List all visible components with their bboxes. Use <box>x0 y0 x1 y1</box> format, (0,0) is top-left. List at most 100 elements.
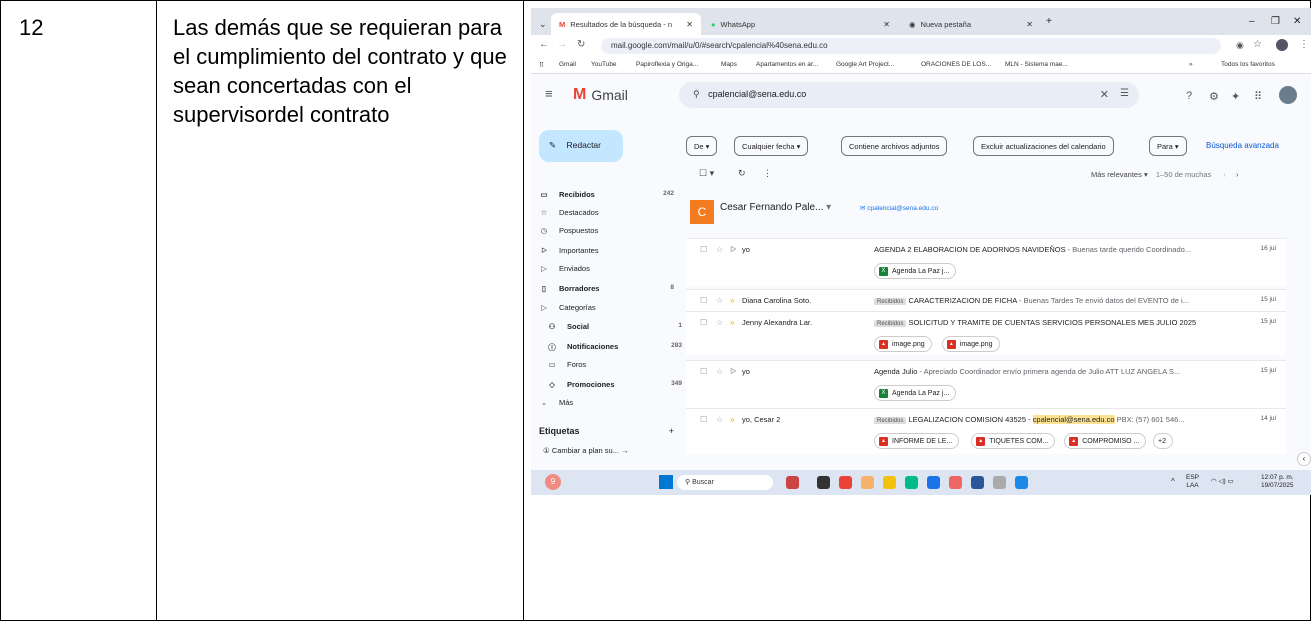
minimize-icon[interactable]: – <box>1249 16 1255 27</box>
email-checkbox[interactable]: ☐ <box>700 415 707 424</box>
all-bookmarks[interactable]: Todos los favoritos <box>1221 61 1275 68</box>
wifi-volume-battery-icon[interactable]: ◠ ◁) ▭ <box>1211 477 1234 485</box>
upgrade-plan-link[interactable]: ① Cambiar a plan su... → <box>543 446 629 455</box>
filter-attachments[interactable]: Contiene archivos adjuntos <box>841 136 948 156</box>
add-label-button[interactable]: + <box>669 426 674 436</box>
email-row[interactable]: ☐ ☆ » Jenny Alexandra Lar. Recibidos SOLICIT… <box>686 311 1286 355</box>
sidebar-item-destacados[interactable]: ☆ Destacados <box>539 208 674 217</box>
menu-icon[interactable]: ⋮ <box>1299 39 1309 50</box>
file-explorer-icon[interactable] <box>883 476 896 489</box>
gmail-logo[interactable]: M Gmail <box>573 86 628 104</box>
sidebar-item-foros[interactable]: ▭ Foros <box>547 360 682 369</box>
maximize-icon[interactable]: ❐ <box>1271 16 1280 27</box>
url-field[interactable]: mail.google.com/mail/u/0/#search/cpalenc… <box>601 38 1221 54</box>
bookmark-google-art[interactable]: Google Art Project... <box>836 61 894 68</box>
weather-widget-icon[interactable]: 9 <box>545 474 561 490</box>
attachment-chip[interactable]: ▲ image.png <box>874 336 932 352</box>
settings-icon[interactable]: ⚙ <box>1209 90 1219 103</box>
bookmarks-more[interactable]: » <box>1189 61 1193 68</box>
taskbar-app-icon[interactable] <box>817 476 830 489</box>
star-icon[interactable]: ☆ <box>716 367 723 376</box>
attachment-chip[interactable]: ▲ COMPROMISO ... <box>1064 433 1147 449</box>
tab-new[interactable]: ◉ Nueva pestaña ✕ <box>901 13 1041 35</box>
side-panel-toggle-icon[interactable]: ‹ <box>1297 452 1311 466</box>
sidebar-item-enviados[interactable]: ▷ Enviados <box>539 264 674 273</box>
importance-marker-icon[interactable]: » <box>730 296 734 305</box>
star-icon[interactable]: ☆ <box>1253 39 1262 50</box>
apps-icon[interactable]: ⠿ <box>539 61 544 69</box>
star-icon[interactable]: ☆ <box>716 318 723 327</box>
select-all-checkbox[interactable]: ☐ ▾ <box>699 168 714 179</box>
attachment-chip[interactable]: +2 <box>1153 433 1173 449</box>
tray-chevron-icon[interactable]: ^ <box>1171 477 1175 486</box>
taskbar-search[interactable]: ⚲ Buscar <box>677 475 773 490</box>
sidebar-item-recibidos[interactable]: ▭ Recibidos 242 <box>539 190 674 199</box>
email-row[interactable]: ☐ ☆ » yo, Cesar 2 Recibidos LEGALIZACION COM… <box>686 408 1286 454</box>
bookmark-apartamentos[interactable]: Apartamentos en ar... <box>756 61 818 68</box>
search-input[interactable]: ⚲ cpalencial@sena.edu.co ✕ ☰ <box>679 82 1139 108</box>
contact-email[interactable]: ✉ cpalencial@sena.edu.co <box>860 204 938 212</box>
search-options-icon[interactable]: ☰ <box>1120 88 1129 99</box>
firefox-icon[interactable] <box>949 476 962 489</box>
email-checkbox[interactable]: ☐ <box>700 245 707 254</box>
sidebar-item-borradores[interactable]: ▯ Borradores 8 <box>539 284 674 293</box>
attachment-chip[interactable]: X Agenda La Paz j... <box>874 263 957 279</box>
clock[interactable]: 12:07 p. m. 19/07/2025 <box>1261 474 1294 490</box>
email-checkbox[interactable]: ☐ <box>700 296 707 305</box>
clear-search-icon[interactable]: ✕ <box>1100 88 1109 101</box>
sidebar-item-categorias[interactable]: ▷ Categorías <box>539 303 674 312</box>
sidebar-item-pospuestos[interactable]: ◷ Pospuestos <box>539 226 674 235</box>
bookmark-papiroflexia[interactable]: Papiroflexia y Origa... <box>636 61 698 68</box>
email-row[interactable]: ☐ ☆ » Diana Carolina Soto. Recibidos CARACTE… <box>686 289 1286 311</box>
taskbar-app-icon[interactable] <box>993 476 1006 489</box>
filter-date[interactable]: Cualquier fecha ▾ <box>734 136 809 156</box>
email-checkbox[interactable]: ☐ <box>700 318 707 327</box>
filter-to[interactable]: Para ▾ <box>1149 136 1187 156</box>
next-page-icon[interactable]: › <box>1236 170 1239 179</box>
avatar[interactable] <box>1279 86 1297 104</box>
bookmark-oraciones[interactable]: ORACIONES DE LOS... <box>921 61 991 68</box>
sidebar-item-social[interactable]: ⚇ Social 1 <box>547 322 682 331</box>
help-icon[interactable]: ? <box>1186 90 1192 102</box>
bookmark-maps[interactable]: Maps <box>721 61 737 68</box>
translate-icon[interactable]: ◉ <box>1236 40 1244 51</box>
importance-marker-icon[interactable]: » <box>730 415 734 424</box>
sidebar-item-promociones[interactable]: ◇ Promociones 349 <box>547 380 682 389</box>
star-icon[interactable]: ☆ <box>716 296 723 305</box>
filter-from[interactable]: De ▾ <box>686 136 718 156</box>
close-tab-icon[interactable]: ✕ <box>1026 20 1033 29</box>
importance-marker-icon[interactable]: ᐅ <box>730 367 736 376</box>
sort-dropdown[interactable]: Más relevantes ▾ <box>1091 170 1148 179</box>
tab-gmail-search[interactable]: M Resultados de la búsqueda - n ✕ <box>551 13 701 35</box>
bookmark-mln[interactable]: MLN - Sistema mae... <box>1005 61 1068 68</box>
chrome-taskbar-icon[interactable] <box>839 476 852 489</box>
importance-marker-icon[interactable]: » <box>730 318 734 327</box>
windows-start-icon[interactable] <box>659 475 673 489</box>
close-tab-icon[interactable]: ✕ <box>883 20 890 29</box>
email-row[interactable]: ☐ ☆ ᐅ yo AGENDA 2 ELABORACION DE ADORNOS NAV… <box>686 238 1286 286</box>
attachment-chip[interactable]: ▲ image.png <box>941 336 1000 352</box>
star-icon[interactable]: ☆ <box>716 415 723 424</box>
close-window-icon[interactable]: ✕ <box>1293 16 1301 27</box>
taskbar-app-icon[interactable] <box>861 476 874 489</box>
email-checkbox[interactable]: ☐ <box>700 367 707 376</box>
profile-icon[interactable] <box>1276 39 1288 51</box>
importance-marker-icon[interactable]: ᐅ <box>730 245 736 254</box>
language-indicator[interactable]: ESP LAA <box>1186 474 1199 490</box>
attachment-chip[interactable]: ▲ INFORME DE LE... <box>874 433 960 449</box>
apps-grid-icon[interactable]: ⠿ <box>1254 90 1262 103</box>
forward-icon[interactable]: → <box>557 39 567 50</box>
prev-page-icon[interactable]: ‹ <box>1223 170 1226 179</box>
refresh-icon[interactable]: ↻ <box>738 168 746 179</box>
edge-icon[interactable] <box>905 476 918 489</box>
new-tab-button[interactable]: + <box>1046 16 1052 27</box>
reload-icon[interactable]: ↻ <box>577 39 585 50</box>
bookmark-gmail[interactable]: Gmail <box>559 61 576 68</box>
advanced-search-link[interactable]: Búsqueda avanzada <box>1206 141 1279 150</box>
email-row[interactable]: ☐ ☆ ᐅ yo Agenda Julio - Apreciado Coordinado… <box>686 360 1286 408</box>
hamburger-icon[interactable]: ≡ <box>545 86 553 101</box>
back-icon[interactable]: ← <box>539 39 549 50</box>
bookmark-youtube[interactable]: YouTube <box>591 61 617 68</box>
taskbar-app-icon[interactable] <box>927 476 940 489</box>
chevron-down-icon[interactable]: ▾ <box>826 202 831 213</box>
